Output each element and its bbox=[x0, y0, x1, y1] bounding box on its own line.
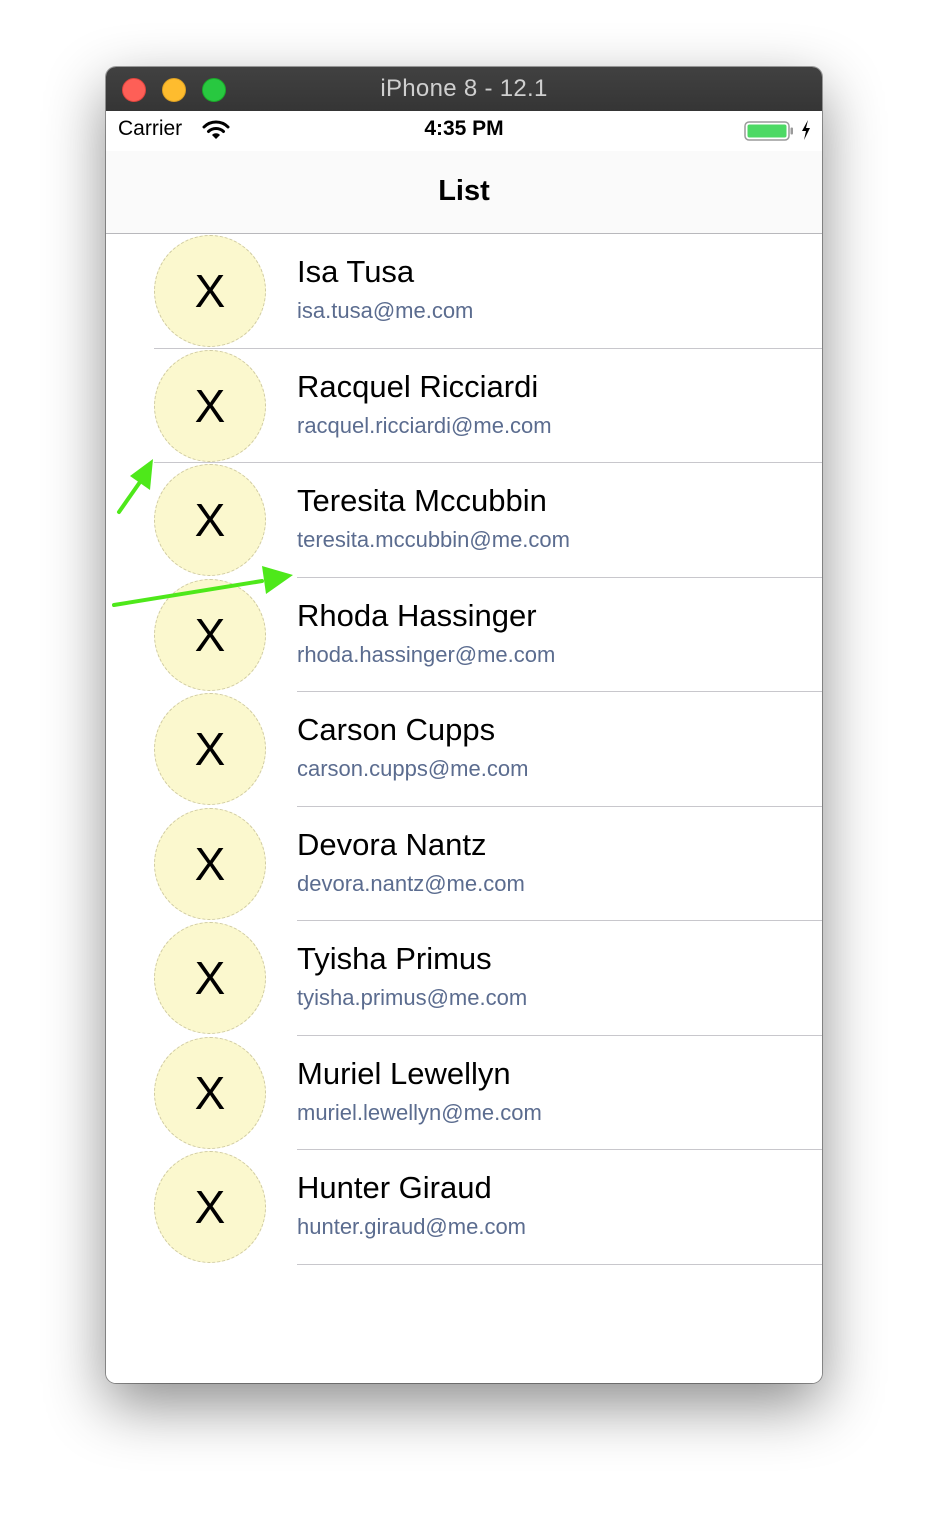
battery-icon bbox=[744, 121, 793, 141]
contact-email: isa.tusa@me.com bbox=[297, 298, 474, 323]
contact-list[interactable]: X Isa Tusa isa.tusa@me.com X Racquel Ric… bbox=[106, 234, 822, 1265]
contact-name: Tyisha Primus bbox=[297, 941, 492, 976]
avatar: X bbox=[154, 349, 266, 462]
contact-email: tyisha.primus@me.com bbox=[297, 985, 528, 1010]
contact-email: teresita.mccubbin@me.com bbox=[297, 527, 570, 552]
contact-name: Teresita Mccubbin bbox=[297, 483, 547, 518]
nav-title: List bbox=[438, 175, 490, 207]
contact-name: Muriel Lewellyn bbox=[297, 1055, 511, 1091]
contact-email: devora.nantz@me.com bbox=[297, 870, 525, 896]
status-bar: Carrier 4:35 PM bbox=[106, 111, 822, 151]
avatar: X bbox=[154, 693, 266, 805]
status-time: 4:35 PM bbox=[424, 117, 504, 140]
contact-name: Isa Tusa bbox=[297, 254, 415, 289]
list-item[interactable]: X Tyisha Primus tyisha.primus@me.com bbox=[106, 921, 822, 1036]
list-item[interactable]: X Racquel Ricciardi racquel.ricciardi@me… bbox=[106, 349, 822, 463]
list-item[interactable]: X Isa Tusa isa.tusa@me.com bbox=[106, 234, 822, 349]
contact-email: carson.cupps@me.com bbox=[297, 756, 529, 781]
device-screen: Carrier 4:35 PM List X Isa Tusa isa.tusa… bbox=[106, 111, 822, 1383]
avatar: X bbox=[154, 807, 266, 920]
list-item[interactable]: X Devora Nantz devora.nantz@me.com bbox=[106, 807, 822, 921]
navigation-bar: List bbox=[106, 151, 822, 234]
contact-name: Racquel Ricciardi bbox=[297, 368, 539, 404]
avatar: X bbox=[154, 578, 266, 691]
avatar: X bbox=[154, 1036, 266, 1149]
avatar: X bbox=[154, 464, 266, 576]
list-item[interactable]: X Rhoda Hassinger rhoda.hassinger@me.com bbox=[106, 578, 822, 692]
avatar: X bbox=[154, 235, 266, 347]
charging-bolt-icon bbox=[802, 120, 810, 140]
contact-name: Rhoda Hassinger bbox=[297, 597, 537, 633]
list-item[interactable]: X Carson Cupps carson.cupps@me.com bbox=[106, 692, 822, 807]
contact-email: rhoda.hassinger@me.com bbox=[297, 641, 556, 667]
contact-name: Hunter Giraud bbox=[297, 1170, 492, 1205]
avatar: X bbox=[154, 1151, 266, 1263]
list-item[interactable]: X Hunter Giraud hunter.giraud@me.com bbox=[106, 1150, 822, 1265]
list-item[interactable]: X Teresita Mccubbin teresita.mccubbin@me… bbox=[106, 463, 822, 578]
window-titlebar[interactable]: iPhone 8 - 12.1 bbox=[106, 67, 822, 112]
list-item[interactable]: X Muriel Lewellyn muriel.lewellyn@me.com bbox=[106, 1036, 822, 1150]
row-separator bbox=[297, 1263, 822, 1265]
avatar: X bbox=[154, 922, 266, 1034]
contact-email: hunter.giraud@me.com bbox=[297, 1214, 527, 1239]
window-title: iPhone 8 - 12.1 bbox=[380, 75, 548, 102]
contact-name: Carson Cupps bbox=[297, 712, 496, 747]
simulator-window: iPhone 8 - 12.1 Carrier 4:35 PM List X I… bbox=[106, 67, 822, 1383]
contact-name: Devora Nantz bbox=[297, 826, 487, 862]
contact-email: muriel.lewellyn@me.com bbox=[297, 1099, 542, 1125]
contact-email: racquel.ricciardi@me.com bbox=[297, 412, 552, 438]
